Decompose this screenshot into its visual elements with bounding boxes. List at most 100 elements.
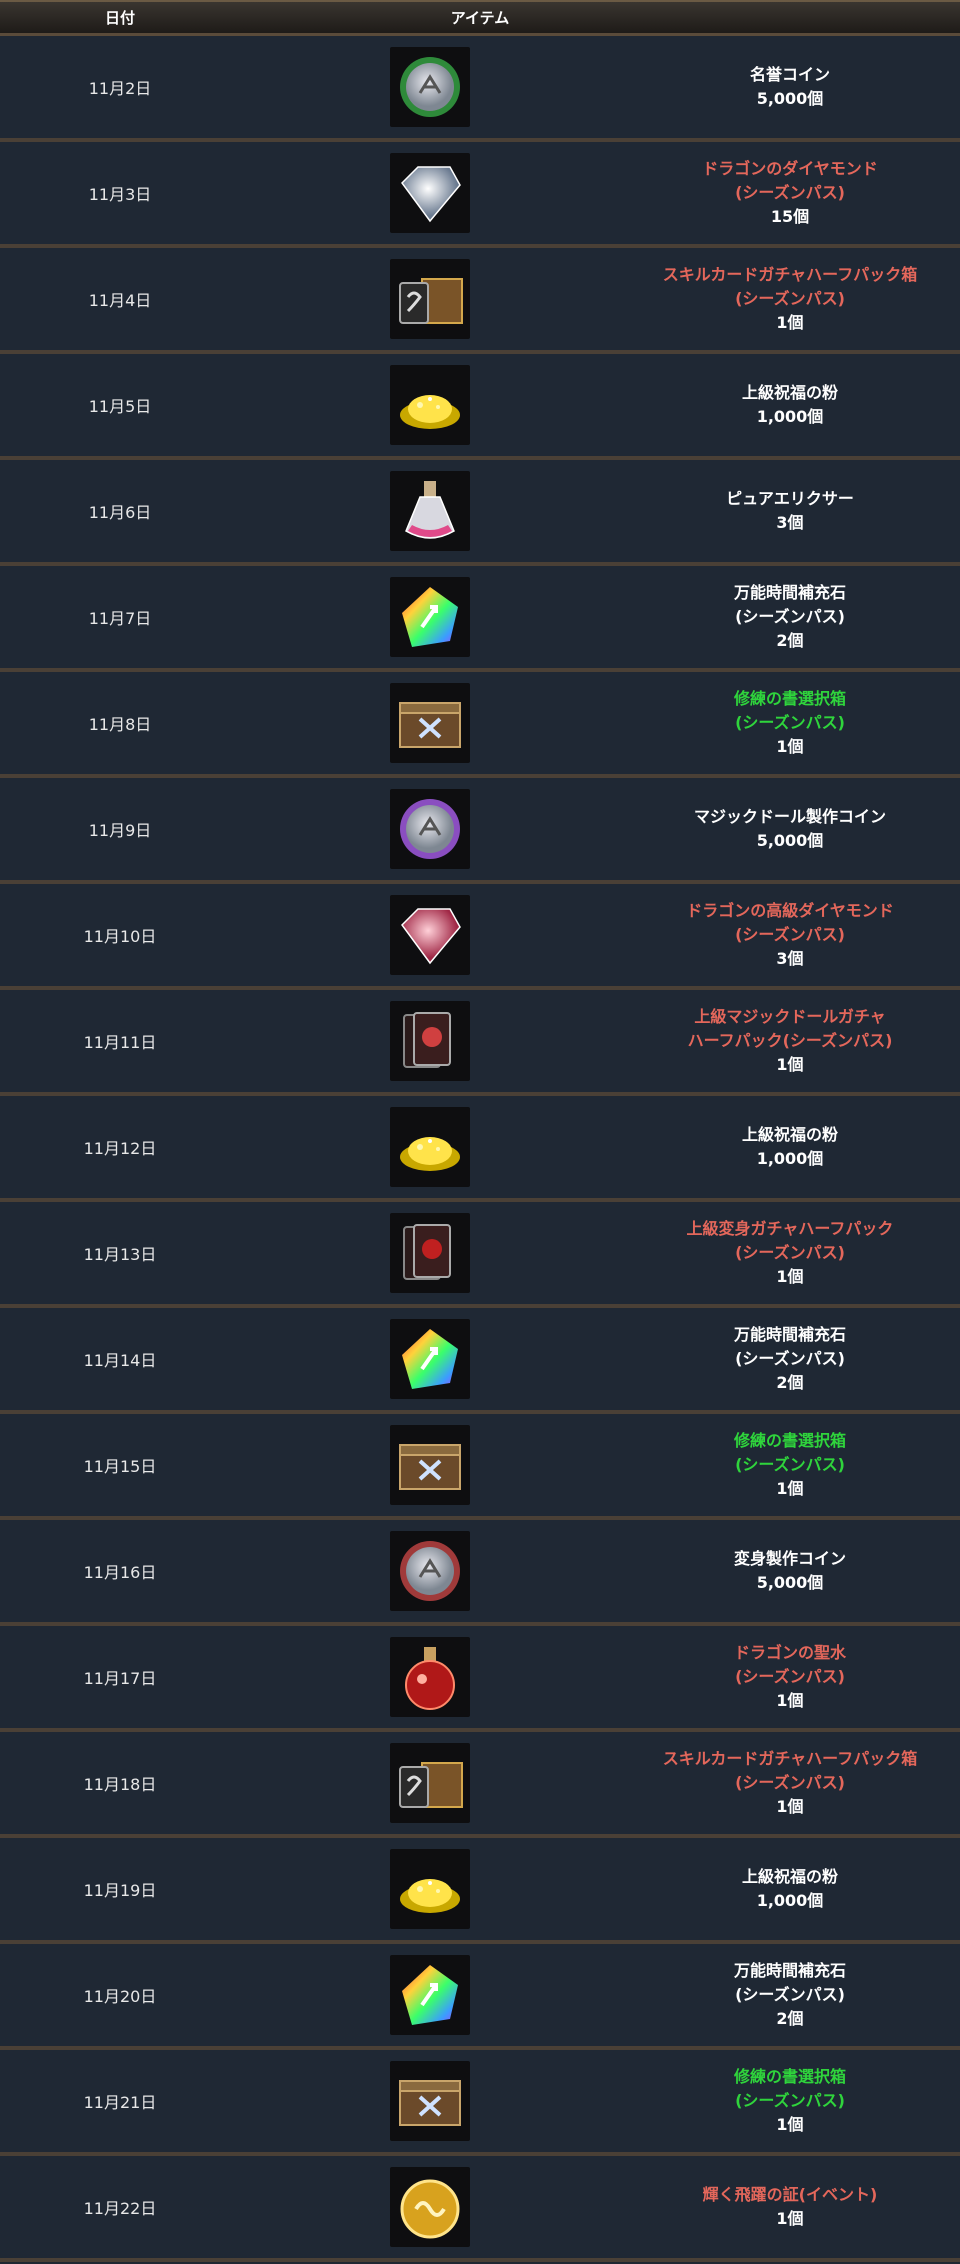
row-item: 変身製作コイン 5,000個 [620, 1547, 960, 1595]
row-date: 11月5日 [88, 397, 152, 416]
row-date: 11月17日 [83, 1669, 157, 1688]
row-date: 11月10日 [83, 927, 157, 946]
item-name-line: ピュアエリクサー [726, 489, 854, 508]
row-date: 11月2日 [88, 79, 152, 98]
item-name-line: (シーズンパス) [735, 1455, 845, 1474]
rainbow-crystal-icon [390, 1319, 470, 1399]
row-icon-cell [240, 1107, 620, 1187]
row-icon-cell [240, 895, 620, 975]
row-icon-cell [240, 1849, 620, 1929]
item-name-line: マジックドール製作コイン [693, 807, 886, 826]
item-name-line: (シーズンパス) [735, 1349, 845, 1368]
table-row: 11月11日 上級マジックドールガチャ ハーフパック(シーズンパス) 1個 [0, 990, 960, 1096]
row-icon-cell [240, 259, 620, 339]
item-quantity: 1個 [776, 1479, 804, 1498]
row-icon-cell [240, 2167, 620, 2247]
row-icon-cell [240, 1955, 620, 2035]
row-icon-cell [240, 2061, 620, 2141]
item-quantity: 5,000個 [756, 831, 824, 850]
item-quantity: 1個 [776, 1691, 804, 1710]
item-quantity: 3個 [776, 513, 804, 532]
training-book-box-icon [390, 2061, 470, 2141]
row-item: 名誉コイン 5,000個 [620, 63, 960, 111]
item-name-line: 修練の書選択箱 [733, 1431, 846, 1450]
table-row: 11月8日 修練の書選択箱 (シーズンパス) 1個 [0, 672, 960, 778]
item-name-line: 変身製作コイン [733, 1549, 846, 1568]
row-item: 輝く飛躍の証(イベント) 1個 [620, 2183, 960, 2231]
table-row: 11月22日 輝く飛躍の証(イベント) 1個 [0, 2156, 960, 2262]
header-item: アイテム [450, 9, 510, 27]
table-row: 11月5日 上級祝福の粉 1,000個 [0, 354, 960, 460]
dragon-high-diamond-icon [390, 895, 470, 975]
item-quantity: 2個 [776, 631, 804, 650]
item-quantity: 1,000個 [756, 1149, 824, 1168]
table-row: 11月4日 スキルカードガチャハーフパック箱 (シーズンパス) 1個 [0, 248, 960, 354]
row-icon-cell [240, 1001, 620, 1081]
item-name-line: 修練の書選択箱 [733, 689, 846, 708]
table-row: 11月16日 変身製作コイン 5,000個 [0, 1520, 960, 1626]
table-row: 11月12日 上級祝福の粉 1,000個 [0, 1096, 960, 1202]
row-item: 上級マジックドールガチャ ハーフパック(シーズンパス) 1個 [620, 1005, 960, 1077]
row-item: 万能時間補充石 (シーズンパス) 2個 [620, 1323, 960, 1395]
item-quantity: 1個 [776, 1055, 804, 1074]
row-date: 11月20日 [83, 1987, 157, 2006]
coin-green-icon [390, 47, 470, 127]
row-icon-cell [240, 365, 620, 445]
table-row: 11月21日 修練の書選択箱 (シーズンパス) 1個 [0, 2050, 960, 2156]
item-quantity: 3個 [776, 949, 804, 968]
item-name-line: (シーズンパス) [735, 1667, 845, 1686]
item-name-line: (シーズンパス) [735, 925, 845, 944]
table-row: 11月3日 ドラゴンのダイヤモンド (シーズンパス) 15個 [0, 142, 960, 248]
row-date: 11月14日 [83, 1351, 157, 1370]
training-book-box-icon [390, 683, 470, 763]
item-quantity: 1個 [776, 737, 804, 756]
row-item: ドラゴンのダイヤモンド (シーズンパス) 15個 [620, 157, 960, 229]
row-item: ドラゴンの聖水 (シーズンパス) 1個 [620, 1641, 960, 1713]
row-item: 上級祝福の粉 1,000個 [620, 381, 960, 429]
row-icon-cell [240, 1531, 620, 1611]
table-header: 日付 アイテム [0, 0, 960, 36]
item-name-line: (シーズンパス) [735, 607, 845, 626]
item-quantity: 2個 [776, 2009, 804, 2028]
row-item: 上級祝福の粉 1,000個 [620, 1123, 960, 1171]
row-date: 11月11日 [83, 1033, 157, 1052]
gold-powder-icon [390, 365, 470, 445]
item-name-line: スキルカードガチャハーフパック箱 [662, 265, 918, 284]
row-date: 11月15日 [83, 1457, 157, 1476]
item-name-line: 上級祝福の粉 [741, 383, 838, 402]
row-date: 11月13日 [83, 1245, 157, 1264]
item-name-line: 輝く飛躍の証(イベント) [702, 2185, 878, 2204]
item-name-line: 万能時間補充石 [733, 1961, 846, 1980]
row-icon-cell [240, 683, 620, 763]
dragon-diamond-icon [390, 153, 470, 233]
item-name-line: 修練の書選択箱 [733, 2067, 846, 2086]
row-icon-cell [240, 47, 620, 127]
dragon-holy-water-icon [390, 1637, 470, 1717]
row-item: スキルカードガチャハーフパック箱 (シーズンパス) 1個 [620, 263, 960, 335]
row-icon-cell [240, 577, 620, 657]
row-date: 11月6日 [88, 503, 152, 522]
table-row: 11月14日 万能時間補充石 (シーズンパス) 2個 [0, 1308, 960, 1414]
row-icon-cell [240, 789, 620, 869]
row-date: 11月9日 [88, 821, 152, 840]
item-name-line: 上級変身ガチャハーフパック [686, 1219, 894, 1238]
table-row: 11月9日 マジックドール製作コイン 5,000個 [0, 778, 960, 884]
skill-card-box-icon [390, 1743, 470, 1823]
item-name-line: (シーズンパス) [735, 713, 845, 732]
row-date: 11月8日 [88, 715, 152, 734]
coin-red-icon [390, 1531, 470, 1611]
row-item: 万能時間補充石 (シーズンパス) 2個 [620, 581, 960, 653]
item-quantity: 1,000個 [756, 1891, 824, 1910]
training-book-box-icon [390, 1425, 470, 1505]
item-name-line: (シーズンパス) [735, 183, 845, 202]
row-icon-cell [240, 1637, 620, 1717]
item-name-line: (シーズンパス) [735, 2091, 845, 2110]
table-row: 11月13日 上級変身ガチャハーフパック (シーズンパス) 1個 [0, 1202, 960, 1308]
item-quantity: 1,000個 [756, 407, 824, 426]
item-quantity: 15個 [770, 207, 810, 226]
item-quantity: 1個 [776, 1267, 804, 1286]
row-date: 11月16日 [83, 1563, 157, 1582]
row-icon-cell [240, 1213, 620, 1293]
row-icon-cell [240, 1425, 620, 1505]
table-row: 11月20日 万能時間補充石 (シーズンパス) 2個 [0, 1944, 960, 2050]
